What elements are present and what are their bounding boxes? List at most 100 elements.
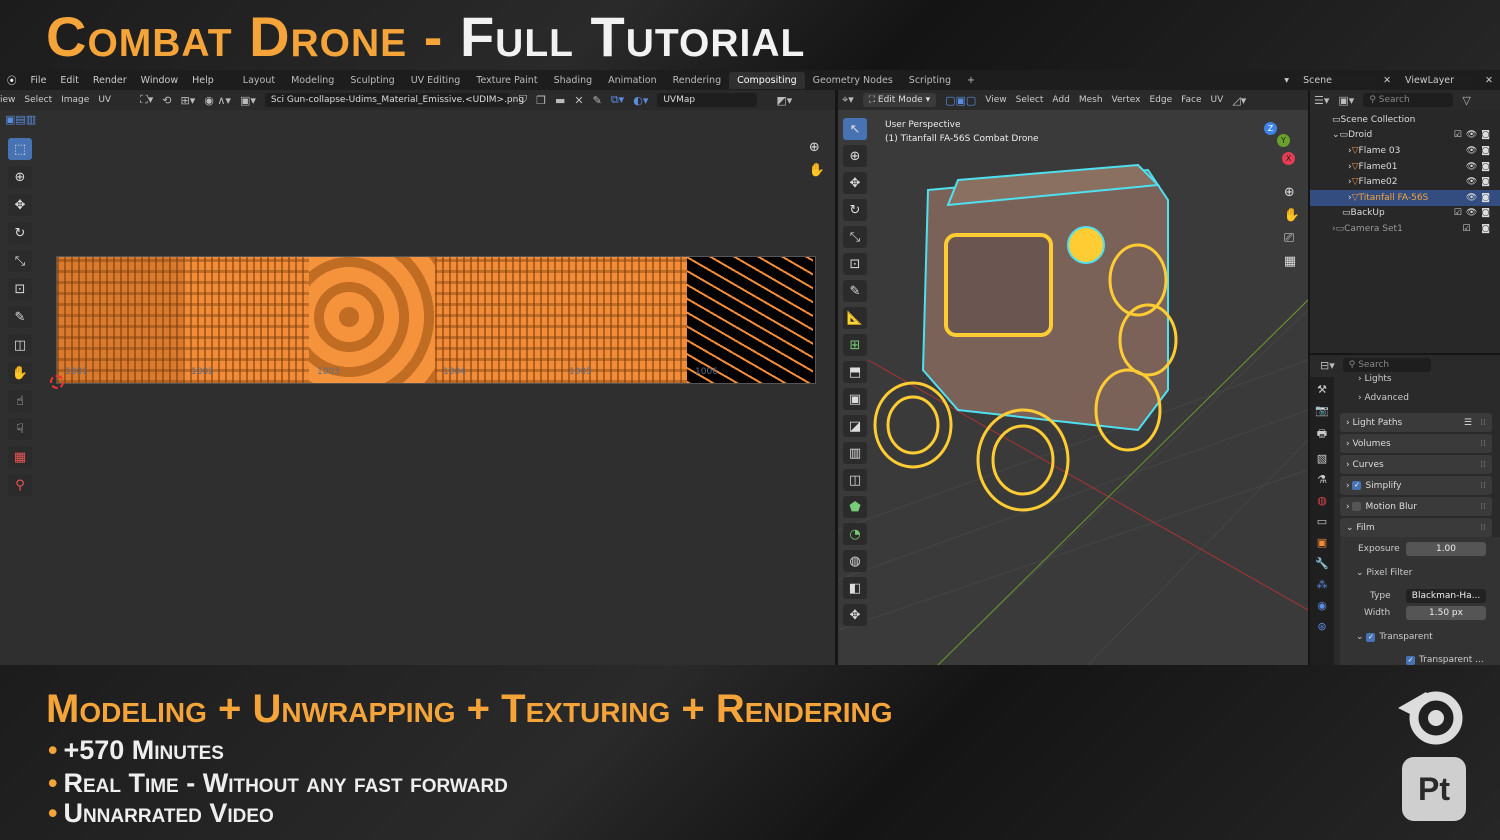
proportional-icon[interactable]: ◉ ∧▾ (204, 94, 231, 107)
panel-volumes[interactable]: › Volumes ⁞⁞ (1340, 434, 1492, 453)
visibility-toggles[interactable]: 👁◙ (1466, 193, 1494, 203)
rip-tool-icon[interactable]: ◫ (8, 334, 32, 356)
vp-menu-vertex[interactable]: Vertex (1112, 95, 1141, 105)
rotate-tool-icon[interactable]: ↻ (8, 222, 32, 244)
filter-type-dropdown[interactable]: Blackman-Ha... (1406, 589, 1486, 603)
image-name-field[interactable]: Sci Gun-collapse-Udims_Material_Emissive… (264, 93, 524, 107)
navigation-gizmo[interactable]: Z Y X (1244, 122, 1304, 182)
scale-tool-icon[interactable]: ⤡ (843, 226, 867, 248)
tab-compositing[interactable]: Compositing (729, 71, 805, 89)
scale-tool-icon[interactable]: ⤡ (8, 250, 32, 272)
transparent-checkbox[interactable]: ✓ (1366, 633, 1376, 642)
visibility-toggles[interactable]: 👁◙ (1466, 177, 1494, 187)
simplify-checkbox[interactable]: ✓ (1352, 481, 1362, 490)
pan-icon[interactable]: ✋ (1284, 208, 1300, 223)
editor-type-icon[interactable]: ⊟▾ (1320, 359, 1335, 372)
visibility-toggles[interactable]: ☑👁◙ (1454, 208, 1494, 218)
exposure-field[interactable]: 1.00 (1406, 542, 1486, 556)
uv-sticky-icon[interactable]: ⧉▾ (611, 93, 624, 107)
rotate-tool-icon[interactable]: ↻ (843, 199, 867, 221)
outliner-item-flame01[interactable]: › ▽ Flame01 👁◙ (1310, 159, 1500, 175)
menu-file[interactable]: File (24, 75, 54, 86)
drag-grip-icon[interactable]: ⁞⁞ (1480, 523, 1486, 533)
uv-map-selector[interactable]: UVMap (657, 93, 758, 107)
tab-texture-paint[interactable]: Texture Paint (468, 72, 545, 89)
outliner-item-flame02[interactable]: › ▽ Flame02 👁◙ (1310, 174, 1500, 190)
select-mode-icons[interactable]: ▣▤▥ (5, 113, 36, 126)
drag-grip-icon[interactable]: ⁞⁞ (1480, 439, 1486, 449)
pin-icon[interactable]: ✎ (593, 94, 602, 107)
visibility-toggles[interactable]: 👁◙ (1466, 146, 1494, 156)
menu-help[interactable]: Help (185, 75, 221, 86)
snap-icon[interactable]: ⊞▾ (181, 94, 196, 107)
outliner-scene-collection[interactable]: ▭ Scene Collection (1310, 112, 1500, 128)
vp-menu-face[interactable]: Face (1181, 95, 1201, 105)
pixel-filter-subpanel[interactable]: ⌄ Pixel Filter (1356, 568, 1412, 578)
subpanel-advanced[interactable]: › Advanced (1310, 392, 1500, 411)
2d-cursor-icon[interactable] (50, 375, 64, 389)
transparent-glass-checkbox[interactable]: ✓ (1406, 656, 1415, 665)
tab-geometry-nodes[interactable]: Geometry Nodes (805, 72, 901, 89)
panel-film[interactable]: ⌄ Film ⁞⁞ (1340, 518, 1492, 537)
fake-user-icon[interactable]: ⛉ (519, 93, 527, 107)
unlink-icon[interactable]: ✕ (574, 94, 583, 107)
presets-icon[interactable]: ☰ (1464, 418, 1472, 428)
outliner-item-droid[interactable]: ⌄ ▭ Droid ☑👁◙ (1310, 128, 1500, 144)
vp-menu-add[interactable]: Add (1052, 95, 1069, 105)
outliner-item-titanfall[interactable]: › ▽ Titanfall FA-56S 👁◙ (1310, 189, 1500, 206)
pivot-icon[interactable]: ⛶▾ (140, 93, 153, 107)
filter-icon[interactable]: ▽ (1462, 94, 1470, 107)
viewlayer-selector[interactable]: ViewLayer (1398, 74, 1479, 86)
menu-render[interactable]: Render (86, 75, 134, 86)
select-mode-icons[interactable]: ▢▣▢ (945, 94, 976, 107)
vp-menu-uv[interactable]: UV (1211, 95, 1224, 105)
open-image-icon[interactable]: ▬ (555, 94, 565, 107)
tab-rendering[interactable]: Rendering (665, 72, 730, 89)
annotate-tool-icon[interactable]: ✎ (8, 306, 32, 328)
tab-scripting[interactable]: Scripting (901, 72, 959, 89)
tab-layout[interactable]: Layout (235, 72, 283, 89)
ortho-grid-icon[interactable]: ▦ (1284, 254, 1300, 269)
knife-tool-icon[interactable]: ◫ (843, 469, 867, 491)
drag-grip-icon[interactable]: ⁞⁞ (1480, 460, 1486, 470)
menu-window[interactable]: Window (134, 75, 185, 86)
editor-type-icon[interactable]: ⌖▾ (842, 93, 854, 107)
display-channels-icon[interactable]: ◩▾ (776, 94, 792, 107)
scene-selector[interactable]: Scene (1296, 74, 1377, 86)
zoom-icon[interactable]: ⊕ (1284, 185, 1300, 200)
poly-build-tool-icon[interactable]: ⬟ (843, 496, 867, 518)
outliner-item-flame03[interactable]: › ▽ Flame 03 👁◙ (1310, 143, 1500, 159)
extrude-tool-icon[interactable]: ⬒ (843, 361, 867, 383)
close-icon[interactable]: ✕ (1478, 75, 1500, 86)
tab-shading[interactable]: Shading (546, 72, 601, 89)
new-image-icon[interactable]: ❐ (536, 94, 546, 107)
gizmo-z-axis[interactable]: Z (1264, 122, 1277, 135)
panel-curves[interactable]: › Curves ⁞⁞ (1340, 455, 1492, 474)
tab-sculpting[interactable]: Sculpting (342, 72, 402, 89)
shear-tool-icon[interactable]: ◧ (843, 577, 867, 599)
visibility-toggles[interactable]: 👁◙ (1466, 162, 1494, 172)
panel-light-paths[interactable]: › Light Paths ☰ ⁞⁞ (1340, 413, 1492, 432)
transform-tool-icon[interactable]: ⊡ (8, 278, 32, 300)
panel-motion-blur[interactable]: › Motion Blur ⁞⁞ (1340, 497, 1492, 516)
visibility-toggles[interactable]: ☑ ◙ (1462, 224, 1494, 234)
image-browse-icon[interactable]: ▣▾ (240, 94, 256, 107)
measure-tool-icon[interactable]: 📐 (843, 307, 867, 329)
uv-menu-uv[interactable]: UV (98, 95, 111, 105)
cursor-tool-icon[interactable]: ⊕ (8, 166, 32, 188)
tab-uv-editing[interactable]: UV Editing (403, 72, 469, 89)
bevel-tool-icon[interactable]: ◪ (843, 415, 867, 437)
overlay-icon[interactable]: ◐▾ (633, 94, 648, 107)
outliner-item-camera-set1[interactable]: › ▭ Camera Set1 ☑ ◙ (1310, 221, 1500, 237)
sample-tool-icon[interactable]: ⚲ (8, 474, 32, 496)
relax-tool-icon[interactable]: ☝ (8, 390, 32, 412)
add-cube-tool-icon[interactable]: ⊞ (843, 334, 867, 356)
uv-menu-view[interactable]: View (0, 95, 15, 105)
motion-blur-checkbox[interactable] (1352, 502, 1362, 511)
subpanel-lights[interactable]: › Lights (1310, 373, 1500, 392)
transparent-subpanel[interactable]: ⌄ ✓ Transparent (1356, 632, 1433, 642)
pinch-tool-icon[interactable]: ☟ (8, 418, 32, 440)
vp-menu-mesh[interactable]: Mesh (1079, 95, 1103, 105)
annotate-tool-icon[interactable]: ✎ (843, 280, 867, 302)
filter-width-field[interactable]: 1.50 px (1406, 606, 1486, 620)
